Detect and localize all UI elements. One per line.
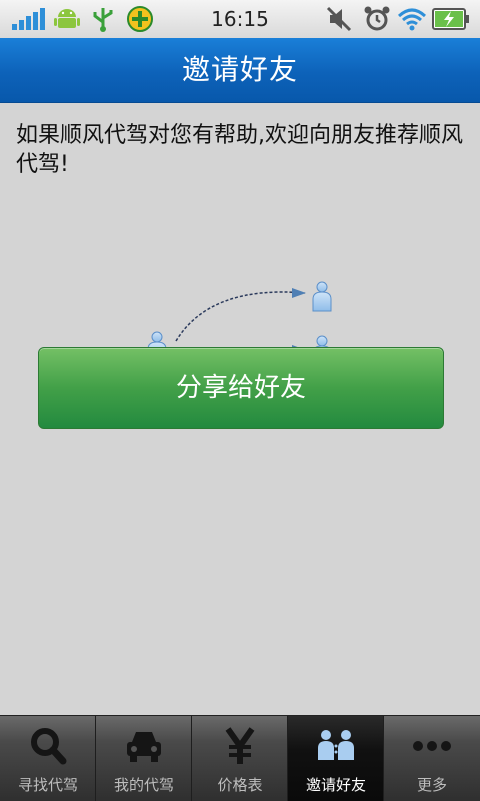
usb-icon [93, 8, 113, 32]
tab-label: 邀请好友 [305, 776, 366, 794]
status-bar: 16:15 [0, 0, 480, 39]
tab-find-driver[interactable]: 寻找代驾 [0, 716, 96, 801]
tab-label: 更多 [416, 776, 447, 794]
search-icon [31, 728, 67, 765]
header-bar: 邀请好友 [0, 38, 480, 103]
car-icon [127, 732, 161, 762]
tab-label: 价格表 [217, 776, 263, 794]
wifi-icon [397, 8, 427, 31]
tab-label: 寻找代驾 [17, 776, 78, 794]
tab-more[interactable]: 更多 [384, 716, 480, 801]
signal-bars-icon [12, 8, 45, 30]
page-title: 邀请好友 [181, 53, 298, 86]
bottom-tab-bar: 寻找代驾 我的代驾 价格表 邀请好友 更多 [0, 715, 480, 801]
tab-invite-friends[interactable]: 邀请好友 [288, 716, 384, 801]
alarm-icon [364, 6, 390, 31]
person-icon [312, 281, 332, 312]
tab-my-driver[interactable]: 我的代驾 [96, 716, 192, 801]
main-content: 如果顺风代驾对您有帮助,欢迎向朋友推荐顺风代驾! 分享给好友 [0, 103, 480, 715]
android-icon [54, 9, 80, 28]
mute-icon [326, 6, 352, 32]
intro-text: 如果顺风代驾对您有帮助,欢迎向朋友推荐顺风代驾! [16, 123, 463, 177]
share-to-friends-button[interactable]: 分享给好友 [38, 347, 444, 429]
invite-friends-icon [318, 730, 354, 760]
tab-label: 我的代驾 [113, 776, 174, 794]
status-time: 16:15 [211, 7, 269, 31]
tab-price-list[interactable]: 价格表 [192, 716, 288, 801]
yen-icon [225, 727, 255, 764]
security-app-icon [127, 6, 153, 32]
more-icon [413, 741, 451, 751]
battery-charging-icon [432, 8, 469, 30]
